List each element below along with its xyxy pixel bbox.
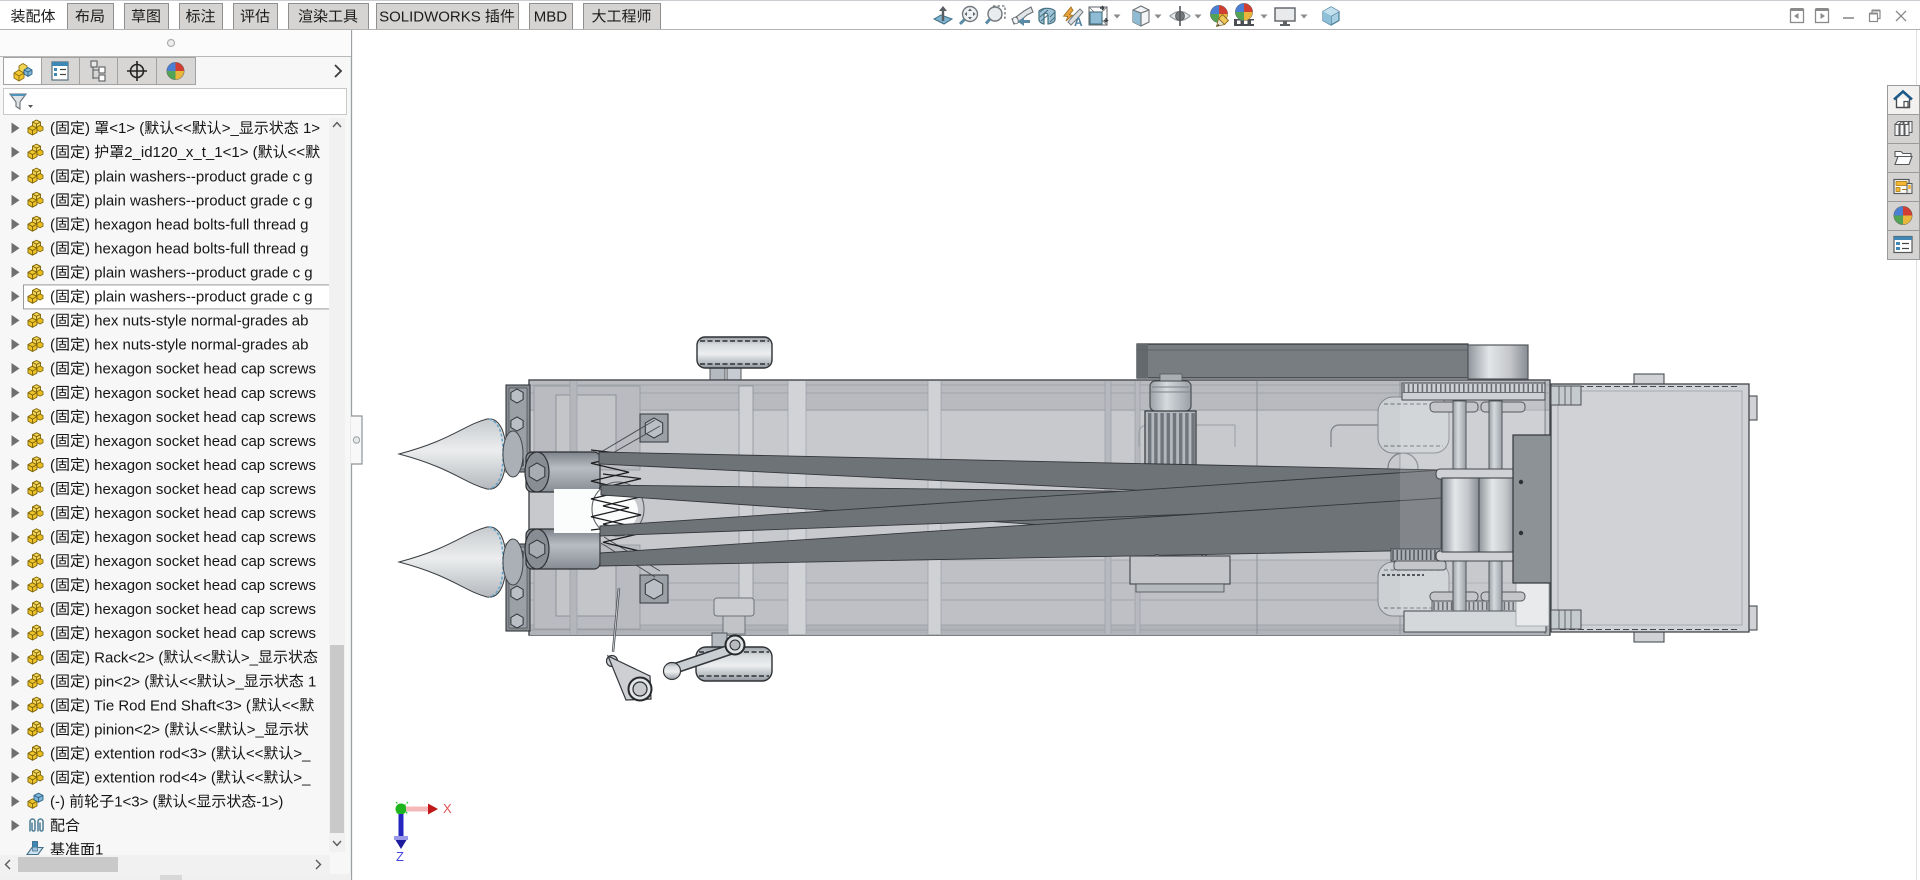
- svg-text:) hexagon socket head cap scre: ) hexagon socket head cap screws: [85, 577, 316, 594]
- svg-text:(-): (-): [50, 794, 69, 811]
- svg-text:) hexagon socket head cap scre: ) hexagon socket head cap screws: [85, 601, 316, 618]
- svg-text:>_: >_: [293, 746, 311, 763]
- svg-text:): ): [85, 120, 94, 137]
- svg-text:(: (: [50, 168, 55, 185]
- svg-text:(: (: [50, 433, 55, 450]
- svg-text:) hexagon socket head cap scre: ) hexagon socket head cap screws: [85, 481, 316, 498]
- svg-text:-1>): -1>): [256, 794, 283, 811]
- svg-text:(: (: [50, 481, 55, 498]
- svg-text:(: (: [50, 746, 55, 763]
- svg-text:) plain washers--product grade: ) plain washers--product grade c g: [85, 265, 313, 282]
- svg-text:) hexagon socket head cap scre: ) hexagon socket head cap screws: [85, 553, 316, 570]
- svg-text:<<: <<: [174, 120, 192, 137]
- svg-text:(: (: [50, 337, 55, 354]
- svg-text:<<: <<: [193, 649, 211, 666]
- svg-text:(: (: [50, 673, 55, 690]
- svg-text:) hexagon socket head cap scre: ) hexagon socket head cap screws: [85, 433, 316, 450]
- svg-text:<<: <<: [246, 746, 264, 763]
- svg-text:) plain washers--product grade: ) plain washers--product grade c g: [85, 192, 313, 209]
- svg-text:) hexagon socket head cap scre: ) hexagon socket head cap screws: [85, 625, 316, 642]
- svg-text:>_: >_: [247, 722, 265, 739]
- svg-text:<<: <<: [288, 144, 306, 161]
- svg-text:) hexagon socket head cap scre: ) hexagon socket head cap screws: [85, 529, 316, 546]
- svg-text:(: (: [50, 216, 55, 233]
- svg-text:(: (: [50, 601, 55, 618]
- svg-text:1<3> (: 1<3> (: [114, 794, 157, 811]
- svg-text:1: 1: [304, 673, 317, 690]
- svg-text:) hexagon head bolts-full thre: ) hexagon head bolts-full thread g: [85, 216, 308, 233]
- svg-text:<<: <<: [246, 770, 264, 787]
- svg-text:) hexagon socket head cap scre: ) hexagon socket head cap screws: [85, 409, 316, 426]
- svg-text:): ): [85, 144, 94, 161]
- svg-text:<<: <<: [199, 722, 217, 739]
- svg-text:(: (: [50, 529, 55, 546]
- svg-text:) plain washers--product grade: ) plain washers--product grade c g: [85, 168, 313, 185]
- svg-text:(: (: [50, 144, 55, 161]
- svg-text:(: (: [50, 385, 55, 402]
- svg-text:SOLIDWORKS: SOLIDWORKS: [379, 9, 485, 26]
- svg-text:>_: >_: [293, 770, 311, 787]
- svg-text:<<: <<: [282, 697, 300, 714]
- svg-text:Z: Z: [396, 849, 404, 864]
- svg-text:(: (: [50, 697, 55, 714]
- svg-text:<<: <<: [179, 673, 197, 690]
- svg-text:>_: >_: [222, 120, 240, 137]
- svg-text:) extention rod<4> (: ) extention rod<4> (: [85, 770, 216, 787]
- svg-text:(: (: [50, 625, 55, 642]
- svg-text:(: (: [50, 265, 55, 282]
- svg-text:) hex nuts-style normal-grades: ) hex nuts-style normal-grades ab: [85, 313, 308, 330]
- svg-text:) plain washers--product grade: ) plain washers--product grade c g: [85, 289, 313, 306]
- svg-text:(: (: [50, 240, 55, 257]
- svg-text:2_id120_x_t_1<1> (: 2_id120_x_t_1<1> (: [124, 144, 257, 161]
- svg-text:) hexagon socket head cap scre: ) hexagon socket head cap screws: [85, 361, 316, 378]
- svg-text:) hexagon socket head cap scre: ) hexagon socket head cap screws: [85, 505, 316, 522]
- svg-text:(: (: [50, 409, 55, 426]
- svg-text:X: X: [443, 801, 452, 816]
- svg-text:(: (: [50, 770, 55, 787]
- svg-text:) pin<2> (: ) pin<2> (: [85, 673, 149, 690]
- svg-text:(: (: [50, 553, 55, 570]
- svg-text:) Rack<2> (: ) Rack<2> (: [85, 649, 163, 666]
- svg-text:(: (: [50, 289, 55, 306]
- svg-text:) extention rod<3> (: ) extention rod<3> (: [85, 746, 216, 763]
- svg-text:(: (: [50, 577, 55, 594]
- svg-text:(: (: [50, 649, 55, 666]
- svg-text:) pinion<2> (: ) pinion<2> (: [85, 722, 169, 739]
- svg-text:(: (: [50, 457, 55, 474]
- svg-text:) hex nuts-style normal-grades: ) hex nuts-style normal-grades ab: [85, 337, 308, 354]
- svg-text:MBD: MBD: [534, 9, 568, 26]
- svg-text:(: (: [50, 722, 55, 739]
- svg-text:<1> (: <1> (: [109, 120, 144, 137]
- svg-text:1>: 1>: [299, 120, 321, 137]
- svg-text:) hexagon socket head cap scre: ) hexagon socket head cap screws: [85, 385, 316, 402]
- svg-text:(: (: [50, 192, 55, 209]
- svg-text:A: A: [1074, 15, 1083, 29]
- svg-text:) hexagon head bolts-full thre: ) hexagon head bolts-full thread g: [85, 240, 308, 257]
- svg-text:(: (: [50, 313, 55, 330]
- svg-text:>_: >_: [241, 649, 259, 666]
- svg-text:) hexagon socket head cap scre: ) hexagon socket head cap screws: [85, 457, 316, 474]
- svg-text:<: <: [188, 794, 197, 811]
- svg-text:) Tie Rod End Shaft<3> (: ) Tie Rod End Shaft<3> (: [85, 697, 251, 714]
- svg-text:(: (: [50, 505, 55, 522]
- svg-text:(: (: [50, 120, 55, 137]
- svg-text:>_: >_: [227, 673, 245, 690]
- svg-text:(: (: [50, 361, 55, 378]
